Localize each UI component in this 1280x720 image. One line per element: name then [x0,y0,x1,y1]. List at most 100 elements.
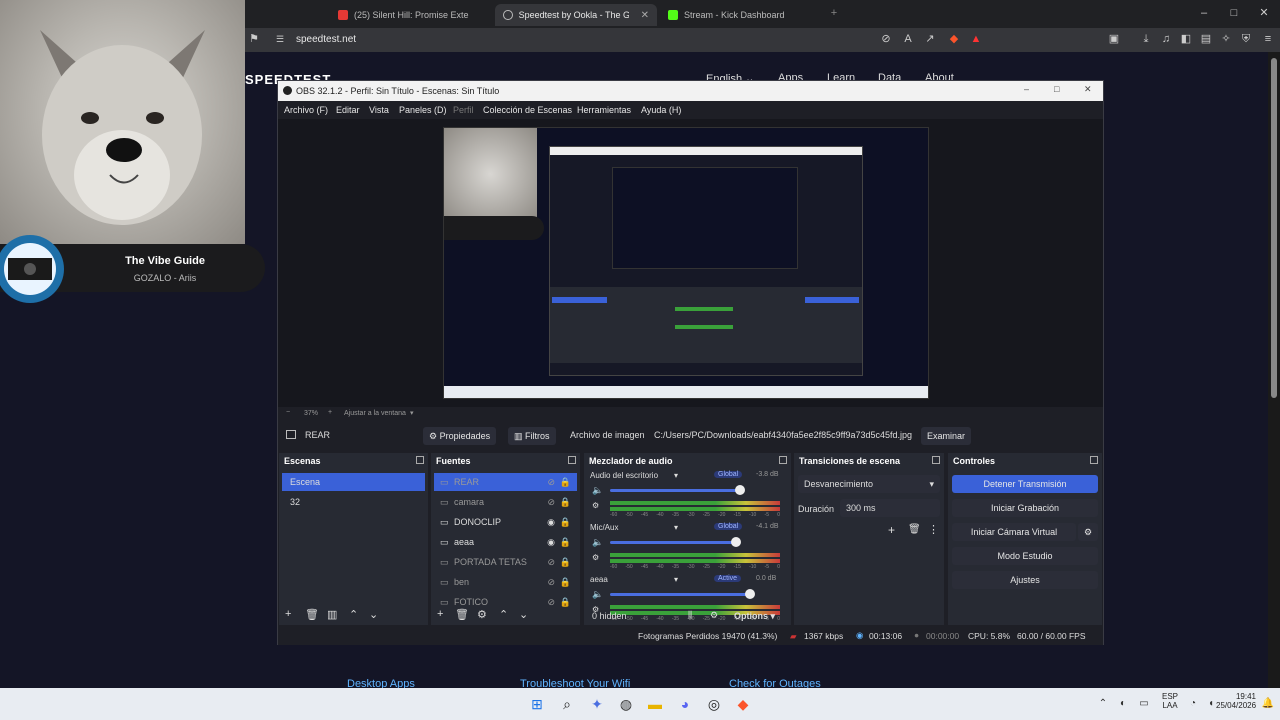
app-icon[interactable]: ◍ [618,696,634,712]
zoom-out-button[interactable]: − [286,409,290,416]
undock-icon[interactable] [779,456,787,464]
brave-icon[interactable]: ◆ [735,696,751,712]
lock-icon[interactable]: 🔒 [560,493,571,511]
eye-hidden-icon[interactable]: ⊘ [547,573,555,591]
lock-icon[interactable]: 🔒 [560,553,571,571]
volume-slider[interactable] [610,593,750,596]
hidden-count[interactable]: 0 hidden [592,611,627,621]
eye-icon[interactable]: ◉ [547,533,555,551]
filters-icon[interactable]: ▥ [327,608,337,621]
close-tab-icon[interactable]: ✕ [641,10,649,21]
bookmark-icon[interactable]: ⚑ [248,33,260,45]
mixer-settings-icon[interactable]: ⚙ [710,610,718,621]
vpn-icon[interactable]: ⛨ [1240,33,1252,45]
brave-shield-icon[interactable]: ◆ [948,33,960,45]
source-item[interactable]: ▭ ben ⊘ 🔒 [434,573,577,591]
volume-knob[interactable] [735,485,745,495]
scene-item[interactable]: 32 [282,493,425,511]
minimize-icon[interactable]: – [1198,7,1210,19]
undock-icon[interactable] [932,456,940,464]
channel-tag[interactable]: Active [714,575,742,582]
browse-button[interactable]: Examinar [921,427,972,445]
lock-icon[interactable]: 🔒 [560,533,571,551]
source-item[interactable]: ▭ PORTADA TETAS ⊘ 🔒 [434,553,577,571]
channel-tag[interactable]: Global [714,471,743,478]
remove-scene-button[interactable]: 🗑 [305,608,319,621]
new-tab-icon[interactable]: + [828,7,840,19]
channel-tag[interactable]: Global [714,523,743,530]
channel-settings-icon[interactable]: ⚙ [592,501,599,510]
source-item[interactable]: ▭ DONOCLIP ◉ 🔒 [434,513,577,531]
menu-coleccion[interactable]: Colección de Escenas [483,105,572,115]
translate-icon[interactable]: A [902,33,914,45]
duration-input[interactable]: 300 ms [840,499,940,517]
mixer-layout-icon[interactable]: ⫼ [688,610,692,621]
tray-display-icon[interactable]: ▭ [1136,696,1152,712]
menu-vista[interactable]: Vista [369,105,389,115]
properties-button[interactable]: ⚙ Propiedades [423,427,497,445]
channel-settings-icon[interactable]: ⚙ [592,553,599,562]
clock[interactable]: 19:41 25/04/2026 [1216,692,1256,710]
obs-taskbar-icon[interactable]: ◎ [706,696,722,712]
eye-hidden-icon[interactable]: ⊘ [547,473,555,491]
language-indicator[interactable]: ESP LAA [1160,692,1180,710]
transition-menu-icon[interactable]: ⋮ [928,523,939,536]
virtual-camera-button[interactable]: Iniciar Cámara Virtual [952,523,1076,541]
volume-slider[interactable] [610,489,740,492]
menu-ayuda[interactable]: Ayuda (H) [641,105,681,115]
panel-icon[interactable]: ◧ [1180,33,1192,45]
menu-archivo[interactable]: Archivo (F) [284,105,328,115]
volume-knob[interactable] [745,589,755,599]
brave-rewards-icon[interactable]: ▲ [970,33,982,45]
filters-button[interactable]: ▥ Filtros [508,427,556,445]
move-up-button[interactable]: ⌃ [349,608,358,621]
menu-paneles[interactable]: Paneles (D) [399,105,447,115]
tray-chevron-icon[interactable]: ⌃ [1095,696,1111,712]
remove-transition-button[interactable]: 🗑 [908,524,921,535]
sidebar-icon[interactable]: ▣ [1108,33,1120,45]
volume-slider[interactable] [610,541,736,544]
lock-icon[interactable]: 🔒 [560,513,571,531]
source-item[interactable]: ▭ REAR ⊘ 🔒 [434,473,577,491]
notifications-icon[interactable]: 🔔 [1260,696,1276,712]
source-settings-icon[interactable]: ⚙ [477,608,487,621]
tab-kick[interactable]: Stream - Kick Dashboard [660,4,820,26]
eye-icon[interactable]: ◉ [547,513,555,531]
settings-button[interactable]: Ajustes [952,571,1098,589]
move-down-button[interactable]: ⌄ [369,608,378,621]
volume-icon[interactable]: 🔈 [592,589,603,600]
wifi-icon[interactable]: ◔ [1185,696,1201,712]
zoom-dropdown-icon[interactable]: ▾ [410,409,414,417]
menu-perfil[interactable]: Perfil [453,105,474,115]
volume-icon[interactable]: 🔈 [592,537,603,548]
undock-icon[interactable] [568,456,576,464]
eye-hidden-icon[interactable]: ⊘ [547,553,555,571]
transition-select[interactable]: Desvanecimiento ▾ [798,475,940,493]
close-window-icon[interactable]: ✕ [1258,7,1270,19]
zoom-fit-label[interactable]: Ajustar a la ventana [344,410,406,417]
windows-start-icon[interactable]: ⊞ [529,696,545,712]
obs-maximize-icon[interactable]: □ [1054,84,1059,94]
lock-icon[interactable]: 🔒 [560,573,571,591]
undock-icon[interactable] [416,456,424,464]
discord-icon[interactable]: ◕ [677,696,693,712]
obs-minimize-icon[interactable]: – [1024,84,1029,94]
add-source-button[interactable]: + [437,608,443,620]
undock-icon[interactable] [1090,456,1098,464]
add-scene-button[interactable]: + [285,608,291,620]
file-explorer-icon[interactable]: ▬ [647,696,663,712]
tab-speedtest[interactable]: Speedtest by Ookla - The Global ✕ [495,4,657,26]
tab-youtube[interactable]: (25) Silent Hill: Promise Extended [330,4,480,26]
scrollbar-thumb[interactable] [1271,58,1277,398]
menu-icon[interactable]: ≡ [1262,33,1274,45]
share-icon[interactable]: ↗ [924,33,936,45]
tracking-icon[interactable]: ⊘ [880,33,892,45]
remove-source-button[interactable]: 🗑 [455,608,469,621]
source-item[interactable]: ▭ aeaa ◉ 🔒 [434,533,577,551]
add-transition-button[interactable]: + [888,523,895,537]
source-item[interactable]: ▭ camara ⊘ 🔒 [434,493,577,511]
menu-herramientas[interactable]: Herramientas [577,105,631,115]
obs-preview[interactable] [278,119,1103,407]
start-recording-button[interactable]: Iniciar Grabación [952,499,1098,517]
virtual-camera-settings-icon[interactable]: ⚙ [1078,523,1098,541]
